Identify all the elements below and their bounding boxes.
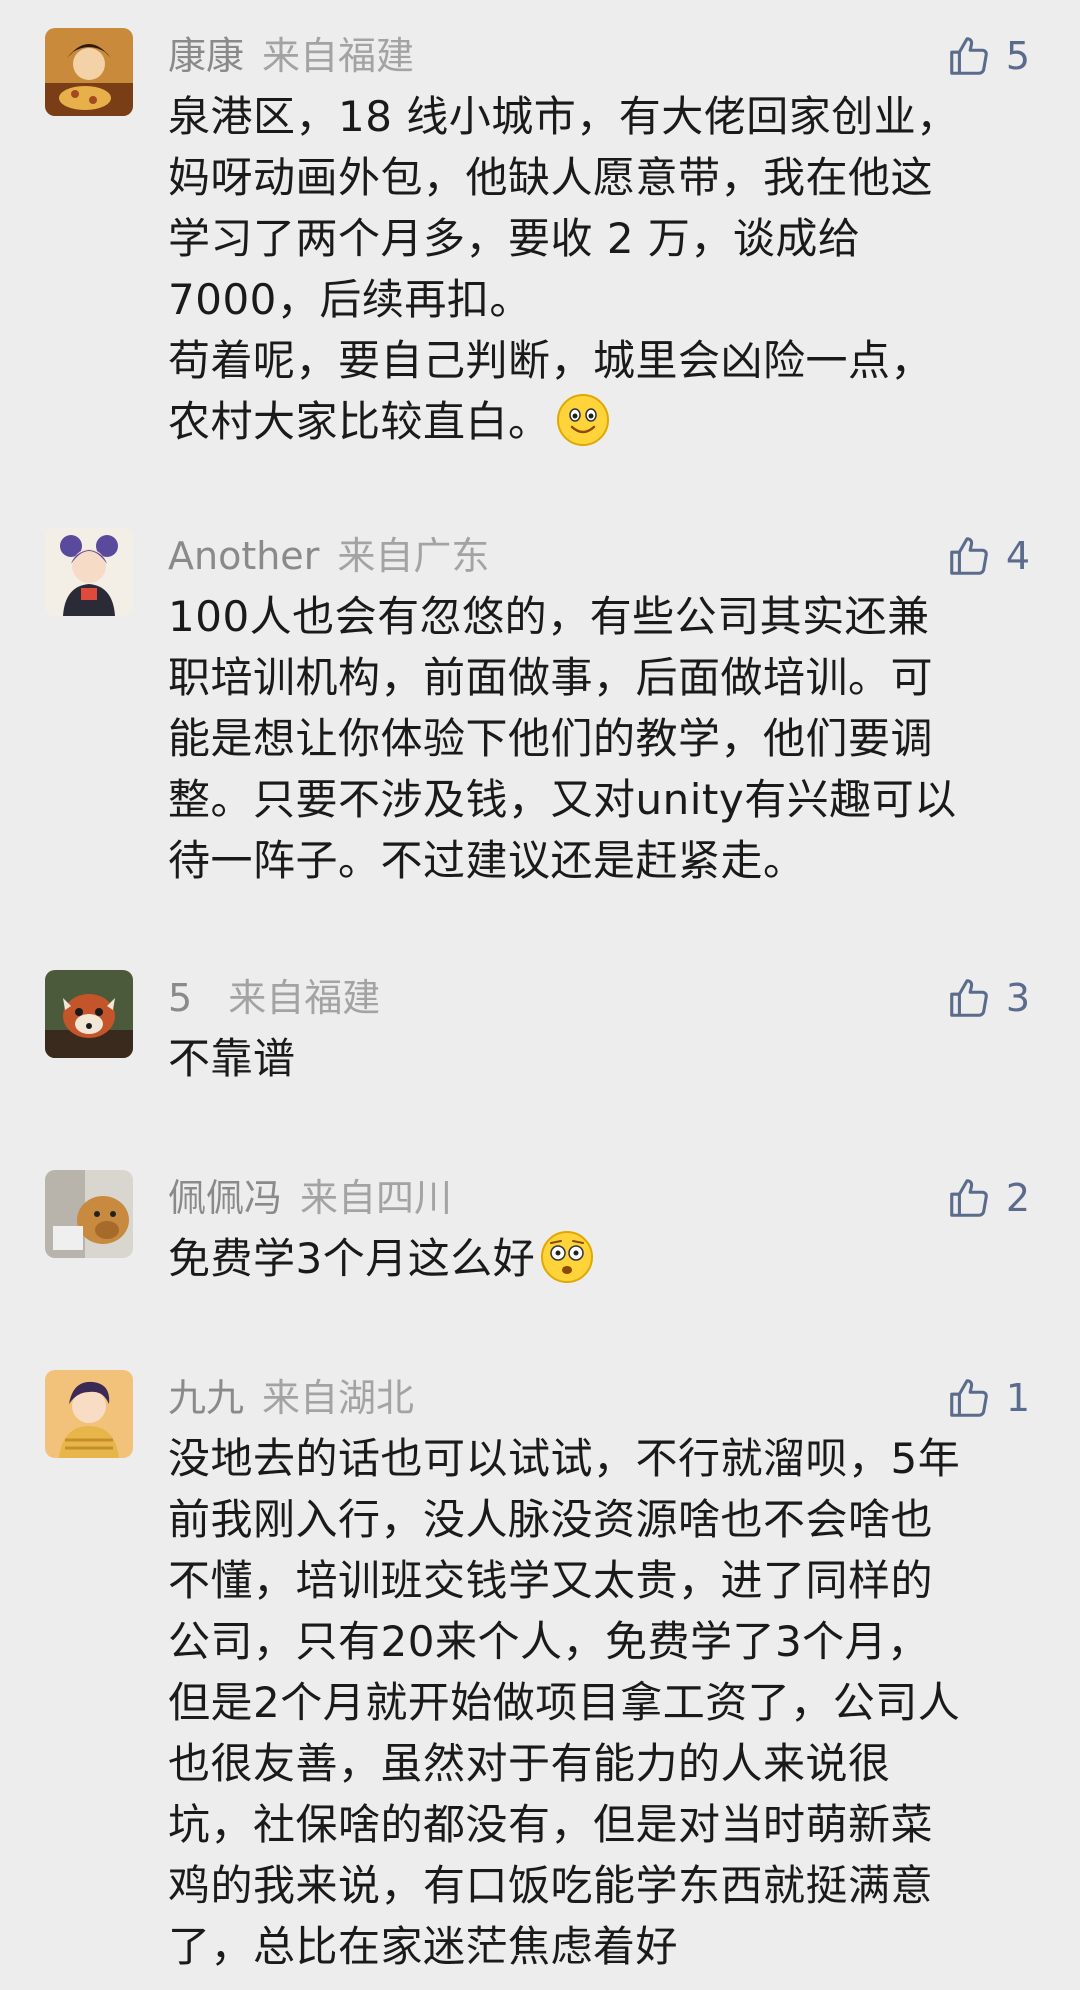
like-button[interactable]: 2: [946, 1170, 1030, 1226]
comment-line: 整。只要不涉及钱，又对unity有兴趣可以: [168, 775, 957, 824]
thumbs-up-icon: [946, 533, 992, 579]
comment-meta: 康康 来自福建: [168, 30, 414, 82]
comment-meta: Another 来自广东: [168, 530, 489, 582]
comment-line: 妈呀动画外包，他缺人愿意带，我在他这: [168, 153, 934, 202]
like-button[interactable]: 3: [946, 970, 1030, 1026]
thumbs-up-icon: [946, 1175, 992, 1221]
thumbs-up-icon: [946, 975, 992, 1021]
comment-line: 公司，只有20来个人，免费学了3个月，: [168, 1617, 930, 1666]
location-label: 来自福建: [262, 34, 415, 78]
comment-line: 能是想让你体验下他们的教学，他们要调: [168, 714, 934, 763]
comment-text: 100人也会有忽悠的，有些公司其实还兼 职培训机构，前面做事，后面做培训。可 能…: [168, 586, 1038, 891]
comment-text: 免费学3个月这么好: [168, 1228, 1038, 1289]
comment-line: 7000，后续再扣。: [168, 275, 532, 324]
comment-text: 不靠谱: [168, 1028, 1038, 1089]
comment-meta: 佩佩冯 来自四川: [168, 1172, 452, 1224]
comment-line: 没地去的话也可以试试，不行就溜呗，5年: [168, 1434, 961, 1483]
avatar[interactable]: [45, 970, 133, 1058]
comment-text: 泉港区，18 线小城市，有大佬回家创业， 妈呀动画外包，他缺人愿意带，我在他这 …: [168, 86, 1038, 452]
comment-line: 鸡的我来说，有口饭吃能学东西就挺满意: [168, 1861, 934, 1910]
comment-line: 前我刚入行，没人脉没资源啥也不会啥也: [168, 1495, 934, 1544]
username[interactable]: 九九: [168, 1376, 244, 1420]
comment-line-text: 免费学3个月这么好: [168, 1234, 536, 1283]
comment-line: 100人也会有忽悠的，有些公司其实还兼: [168, 592, 930, 641]
comment-meta: 5 来自福建: [168, 972, 380, 1024]
avatar[interactable]: [45, 28, 133, 116]
comment-line: 但是2个月就开始做项目拿工资了，公司人: [168, 1678, 961, 1727]
avatar[interactable]: [45, 528, 133, 616]
comment-text: 没地去的话也可以试试，不行就溜呗，5年 前我刚入行，没人脉没资源啥也不会啥也 不…: [168, 1428, 1038, 1977]
location-label: 来自湖北: [262, 1376, 415, 1420]
comment-line: 待一阵子。不过建议还是赶紧走。: [168, 836, 806, 885]
smile-emoji-icon: [555, 392, 611, 448]
like-button[interactable]: 5: [946, 28, 1030, 84]
comment-meta: 九九 来自湖北: [168, 1372, 414, 1424]
comment-line: 也很友善，虽然对于有能力的人来说很: [168, 1739, 891, 1788]
comment-line-text: 农村大家比较直白。: [168, 397, 551, 446]
comment-line: 苟着呢，要自己判断，城里会凶险一点，: [168, 336, 934, 385]
like-count: 3: [1005, 976, 1030, 1020]
like-count: 5: [1005, 34, 1030, 78]
comment-line: 农村大家比较直白。: [168, 391, 1038, 452]
username[interactable]: 佩佩冯: [168, 1176, 282, 1220]
comment-line: 学习了两个月多，要收 2 万，谈成给: [168, 214, 861, 263]
username[interactable]: Another: [168, 534, 319, 578]
comment-line: 不靠谱: [168, 1034, 296, 1083]
thumbs-up-icon: [946, 33, 992, 79]
like-count: 2: [1005, 1176, 1030, 1220]
location-label: 来自福建: [228, 976, 381, 1020]
avatar[interactable]: [45, 1170, 133, 1258]
location-label: 来自广东: [337, 534, 490, 578]
surprised-emoji-icon: [539, 1229, 595, 1285]
thumbs-up-icon: [946, 1375, 992, 1421]
comment-line: 了，总比在家迷茫焦虑着好: [168, 1922, 679, 1971]
like-count: 1: [1005, 1376, 1030, 1420]
like-count: 4: [1005, 534, 1030, 578]
comment-line: 职培训机构，前面做事，后面做培训。可: [168, 653, 934, 702]
location-label: 来自四川: [300, 1176, 453, 1220]
comment-line: 泉港区，18 线小城市，有大佬回家创业，: [168, 92, 959, 141]
comment-line: 不懂，培训班交钱学又太贵，进了同样的: [168, 1556, 934, 1605]
username[interactable]: 康康: [168, 34, 244, 78]
comment-line: 坑，社保啥的都没有，但是对当时萌新菜: [168, 1800, 934, 1849]
avatar[interactable]: [45, 1370, 133, 1458]
like-button[interactable]: 1: [946, 1370, 1030, 1426]
comment-line: 免费学3个月这么好: [168, 1228, 1038, 1289]
like-button[interactable]: 4: [946, 528, 1030, 584]
username[interactable]: 5: [168, 976, 192, 1020]
